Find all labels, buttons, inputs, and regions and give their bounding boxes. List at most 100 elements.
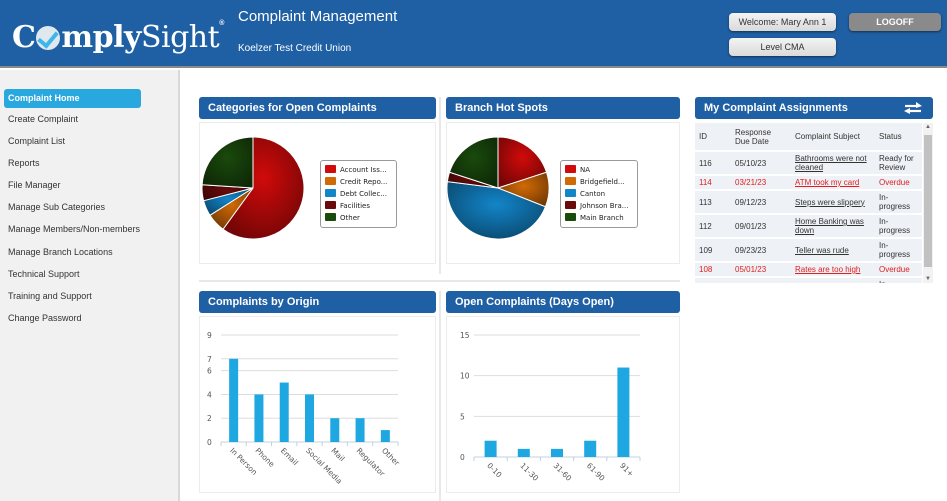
table-row[interactable]: 113 09/12/23 Steps were slippery In-progres…: [695, 190, 922, 215]
y-tick-label: 0: [460, 453, 465, 462]
complaint-id: 109: [695, 238, 731, 263]
legend-swatch: [565, 165, 576, 173]
legend-swatch: [565, 213, 576, 221]
legend-swatch: [565, 189, 576, 197]
response-due-date: 09/01/23: [731, 214, 791, 239]
legend-item[interactable]: Bridgefield...: [565, 176, 633, 188]
complaint-subject: Home Banking was down: [791, 214, 875, 239]
bar-other[interactable]: [380, 430, 390, 442]
bar-in-person[interactable]: [229, 358, 239, 442]
scroll-up-icon[interactable]: ▲: [924, 124, 932, 130]
y-tick-label: 6: [207, 367, 212, 376]
sidebar-item-complaint-list[interactable]: Complaint List: [4, 132, 141, 151]
bar-31-60[interactable]: [551, 448, 563, 457]
legend-item[interactable]: Facilities: [325, 200, 392, 212]
scrollbar-thumb[interactable]: [924, 135, 932, 267]
assignments-scrollbar[interactable]: ▲ ▼: [923, 123, 933, 283]
bar-0-10[interactable]: [484, 440, 497, 457]
swap-arrows-icon[interactable]: [902, 100, 924, 116]
x-tick-label: 61-90: [585, 461, 607, 483]
sidebar-item-manage-sub-categories[interactable]: Manage Sub Categories: [4, 198, 141, 217]
complaint-subject-link[interactable]: Rates are too high: [795, 265, 860, 274]
app-header: CmplySight® Complaint Management Koelzer…: [0, 0, 947, 68]
complaint-subject-link[interactable]: ATM took my card: [795, 178, 859, 187]
complaint-status: In-progress: [875, 214, 922, 239]
bar-mail[interactable]: [330, 418, 340, 442]
legend-item[interactable]: Main Branch: [565, 212, 633, 224]
column-header[interactable]: Complaint Subject: [791, 123, 875, 152]
sidebar-item-technical-support[interactable]: Technical Support: [4, 265, 141, 284]
y-tick-label: 0: [207, 438, 212, 447]
legend-item[interactable]: Debt Collec...: [325, 188, 392, 200]
column-header[interactable]: Status: [875, 123, 922, 152]
legend-item[interactable]: Credit Repo...: [325, 176, 392, 188]
response-due-date: 09/03/23: [731, 277, 791, 283]
legend-item[interactable]: Other: [325, 212, 392, 224]
legend-item[interactable]: Account Iss...: [325, 164, 392, 176]
table-row[interactable]: 114 03/21/23 ATM took my card Overdue: [695, 175, 922, 191]
origin-bar-chart: 024679In PersonPhone Email Social MediaMai…: [207, 331, 402, 486]
legend-item[interactable]: Canton: [565, 188, 633, 200]
legend-label: NA: [580, 166, 591, 174]
complaint-id: 112: [695, 214, 731, 239]
sidebar-item-reports[interactable]: Reports: [4, 154, 141, 173]
column-header[interactable]: Response Due Date: [731, 123, 791, 152]
legend-label: Account Iss...: [340, 166, 387, 174]
complaint-subject: Rates are too high: [791, 262, 875, 278]
legend-label: Credit Repo...: [340, 178, 388, 186]
sidebar-item-change-password[interactable]: Change Password: [4, 309, 141, 328]
complaint-subject-link[interactable]: Teller was rude: [795, 246, 849, 255]
scroll-down-icon[interactable]: ▼: [924, 276, 932, 282]
legend-swatch: [565, 201, 576, 209]
checkmark-icon: [36, 26, 61, 50]
table-row[interactable]: 108 05/01/23 Rates are too high Overdue: [695, 262, 922, 278]
sidebar-item-file-manager[interactable]: File Manager: [4, 176, 141, 195]
sidebar-item-create-complaint[interactable]: Create Complaint: [4, 110, 141, 129]
sidebar-item-manage-members-non-members[interactable]: Manage Members/Non-members: [4, 220, 141, 239]
table-row[interactable]: 112 09/01/23 Home Banking was down In-progr…: [695, 214, 922, 239]
legend-item[interactable]: NA: [565, 164, 633, 176]
branch-legend: NA Bridgefield... Canton Johnson Bra... Main…: [560, 160, 638, 228]
bar-regulator[interactable]: [355, 418, 365, 442]
legend-label: Johnson Bra...: [580, 202, 629, 210]
bar-91-[interactable]: [617, 367, 630, 457]
complaint-id: 108: [695, 262, 731, 278]
legend-swatch: [325, 189, 336, 197]
y-tick-label: 5: [460, 412, 465, 421]
bar-phone[interactable]: [254, 394, 264, 442]
bar-email[interactable]: [279, 382, 289, 442]
x-tick-label: 31-60: [552, 461, 574, 483]
legend-swatch: [325, 165, 336, 173]
legend-item[interactable]: Johnson Bra...: [565, 200, 633, 212]
user-level-button[interactable]: Level CMA: [729, 38, 836, 56]
table-row[interactable]: 109 09/23/23 Teller was rude In-progress: [695, 238, 922, 263]
complysight-logo[interactable]: CmplySight®: [12, 20, 224, 55]
pie-slice-other[interactable]: [201, 136, 254, 189]
table-row[interactable]: 10409/03/23Teller IssuesIn-progress: [695, 277, 922, 283]
complaint-subject: Teller Issues: [791, 277, 875, 283]
welcome-user-button[interactable]: Welcome: Mary Ann 1: [729, 13, 836, 31]
column-header[interactable]: ID: [695, 123, 731, 152]
logoff-button[interactable]: LOGOFF: [849, 13, 941, 31]
categories-panel-title: Categories for Open Complaints: [199, 97, 436, 119]
assignments-table: ID Response Due Date Complaint Subject Stat…: [695, 123, 922, 283]
bar-social-media[interactable]: [305, 394, 314, 442]
table-row[interactable]: 116 05/10/23 Bathrooms were not cleaned Rea…: [695, 151, 922, 176]
x-tick-label: Email: [279, 446, 300, 467]
bar-61-90[interactable]: [584, 440, 597, 457]
complaint-subject-link[interactable]: Bathrooms were not cleaned: [795, 154, 867, 172]
sidebar-item-manage-branch-locations[interactable]: Manage Branch Locations: [4, 243, 141, 262]
y-tick-label: 2: [207, 414, 212, 423]
column-divider: [439, 291, 441, 501]
x-tick-label: Other: [380, 446, 402, 468]
sidebar-item-complaint-home[interactable]: Complaint Home: [4, 89, 141, 108]
bar-11-30[interactable]: [517, 448, 530, 457]
complaint-status: Overdue: [875, 262, 922, 278]
complaint-subject-link[interactable]: Home Banking was down: [795, 217, 864, 235]
complaint-subject: ATM took my card: [791, 175, 875, 191]
sidebar-item-training-and-support[interactable]: Training and Support: [4, 287, 141, 306]
complaint-subject-link[interactable]: Steps were slippery: [795, 198, 865, 207]
y-tick-label: 7: [207, 355, 212, 364]
organization-name: Koelzer Test Credit Union: [238, 43, 352, 54]
x-tick-label: 91+: [618, 461, 636, 479]
